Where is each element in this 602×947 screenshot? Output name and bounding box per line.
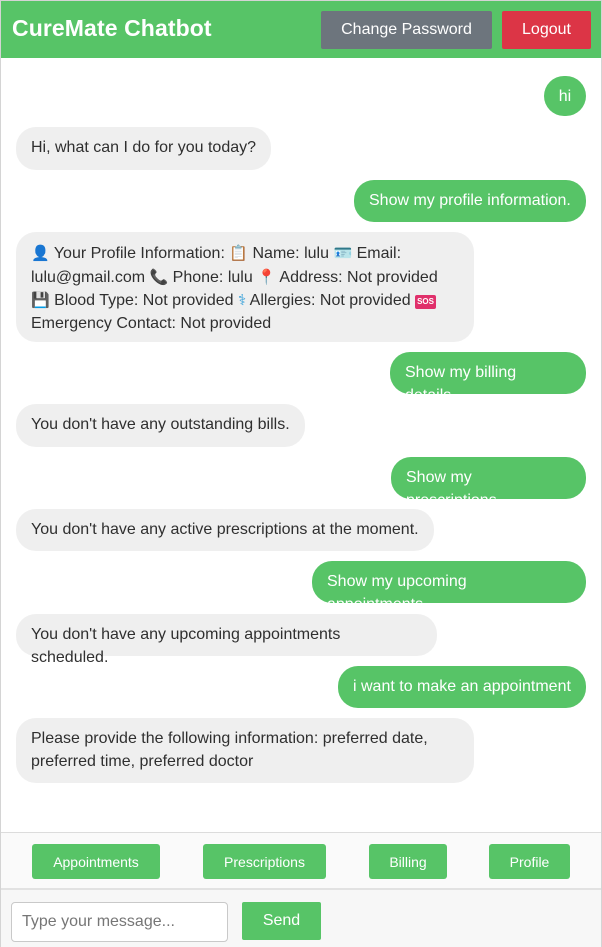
profile-blood-type: Blood Type: Not provided <box>54 292 234 309</box>
profile-email-value: lulu@gmail.com <box>31 268 146 286</box>
medical-symbol-icon: ⚕ <box>237 291 247 309</box>
bot-message: You don't have any upcoming appointments… <box>16 614 437 666</box>
user-message: Show my upcoming appointments. <box>312 561 586 613</box>
sos-icon: SOS <box>415 295 436 309</box>
user-message: Show my billing details. <box>390 352 586 404</box>
floppy-disk-icon: 💾 <box>31 291 50 309</box>
billing-button[interactable]: Billing <box>369 844 447 879</box>
message-input-bar: Send <box>1 890 601 947</box>
profile-address: Address: Not provided <box>279 268 438 286</box>
bot-message: You don't have any active prescriptions … <box>16 509 434 551</box>
user-message: hi <box>544 76 586 116</box>
telephone-icon: 📞 <box>149 267 169 286</box>
clipboard-icon: 📋 <box>229 244 249 262</box>
chatbot-app: CureMate Chatbot Change Password Logout … <box>0 0 602 947</box>
profile-allergies: Allergies: Not provided <box>249 292 411 309</box>
message-input[interactable] <box>11 902 228 942</box>
quick-actions-bar: Appointments Prescriptions Billing Profi… <box>1 832 601 890</box>
send-button[interactable]: Send <box>242 902 321 940</box>
profile-button[interactable]: Profile <box>489 844 570 879</box>
user-message: i want to make an appointment <box>338 666 586 708</box>
id-card-icon: 🪪 <box>333 244 353 262</box>
bot-message: You don't have any outstanding bills. <box>16 404 305 447</box>
user-message: Show my profile information. <box>354 180 586 222</box>
profile-heading: Your Profile Information: <box>53 245 225 262</box>
logout-button[interactable]: Logout <box>502 11 591 49</box>
bot-message-profile: 👤 Your Profile Information: 📋 Name: lulu… <box>16 232 474 342</box>
user-message: Show my prescriptions. <box>391 457 586 509</box>
bot-message: Hi, what can I do for you today? <box>16 127 271 170</box>
prescriptions-button[interactable]: Prescriptions <box>203 844 326 879</box>
change-password-button[interactable]: Change Password <box>321 11 492 49</box>
pushpin-icon: 📍 <box>257 267 276 286</box>
profile-emergency-contact: Emergency Contact: Not provided <box>31 314 272 332</box>
bot-message: Please provide the following information… <box>16 718 474 783</box>
profile-name: Name: lulu <box>252 245 329 262</box>
appointments-button[interactable]: Appointments <box>32 844 160 879</box>
chat-window: hi Hi, what can I do for you today? Show… <box>1 58 601 832</box>
app-title: CureMate Chatbot <box>12 15 212 41</box>
profile-phone: Phone: lulu <box>172 268 253 286</box>
profile-email-label: Email: <box>356 245 402 262</box>
header-bar: CureMate Chatbot Change Password Logout <box>1 1 601 58</box>
bust-silhouette-icon: 👤 <box>31 244 50 262</box>
